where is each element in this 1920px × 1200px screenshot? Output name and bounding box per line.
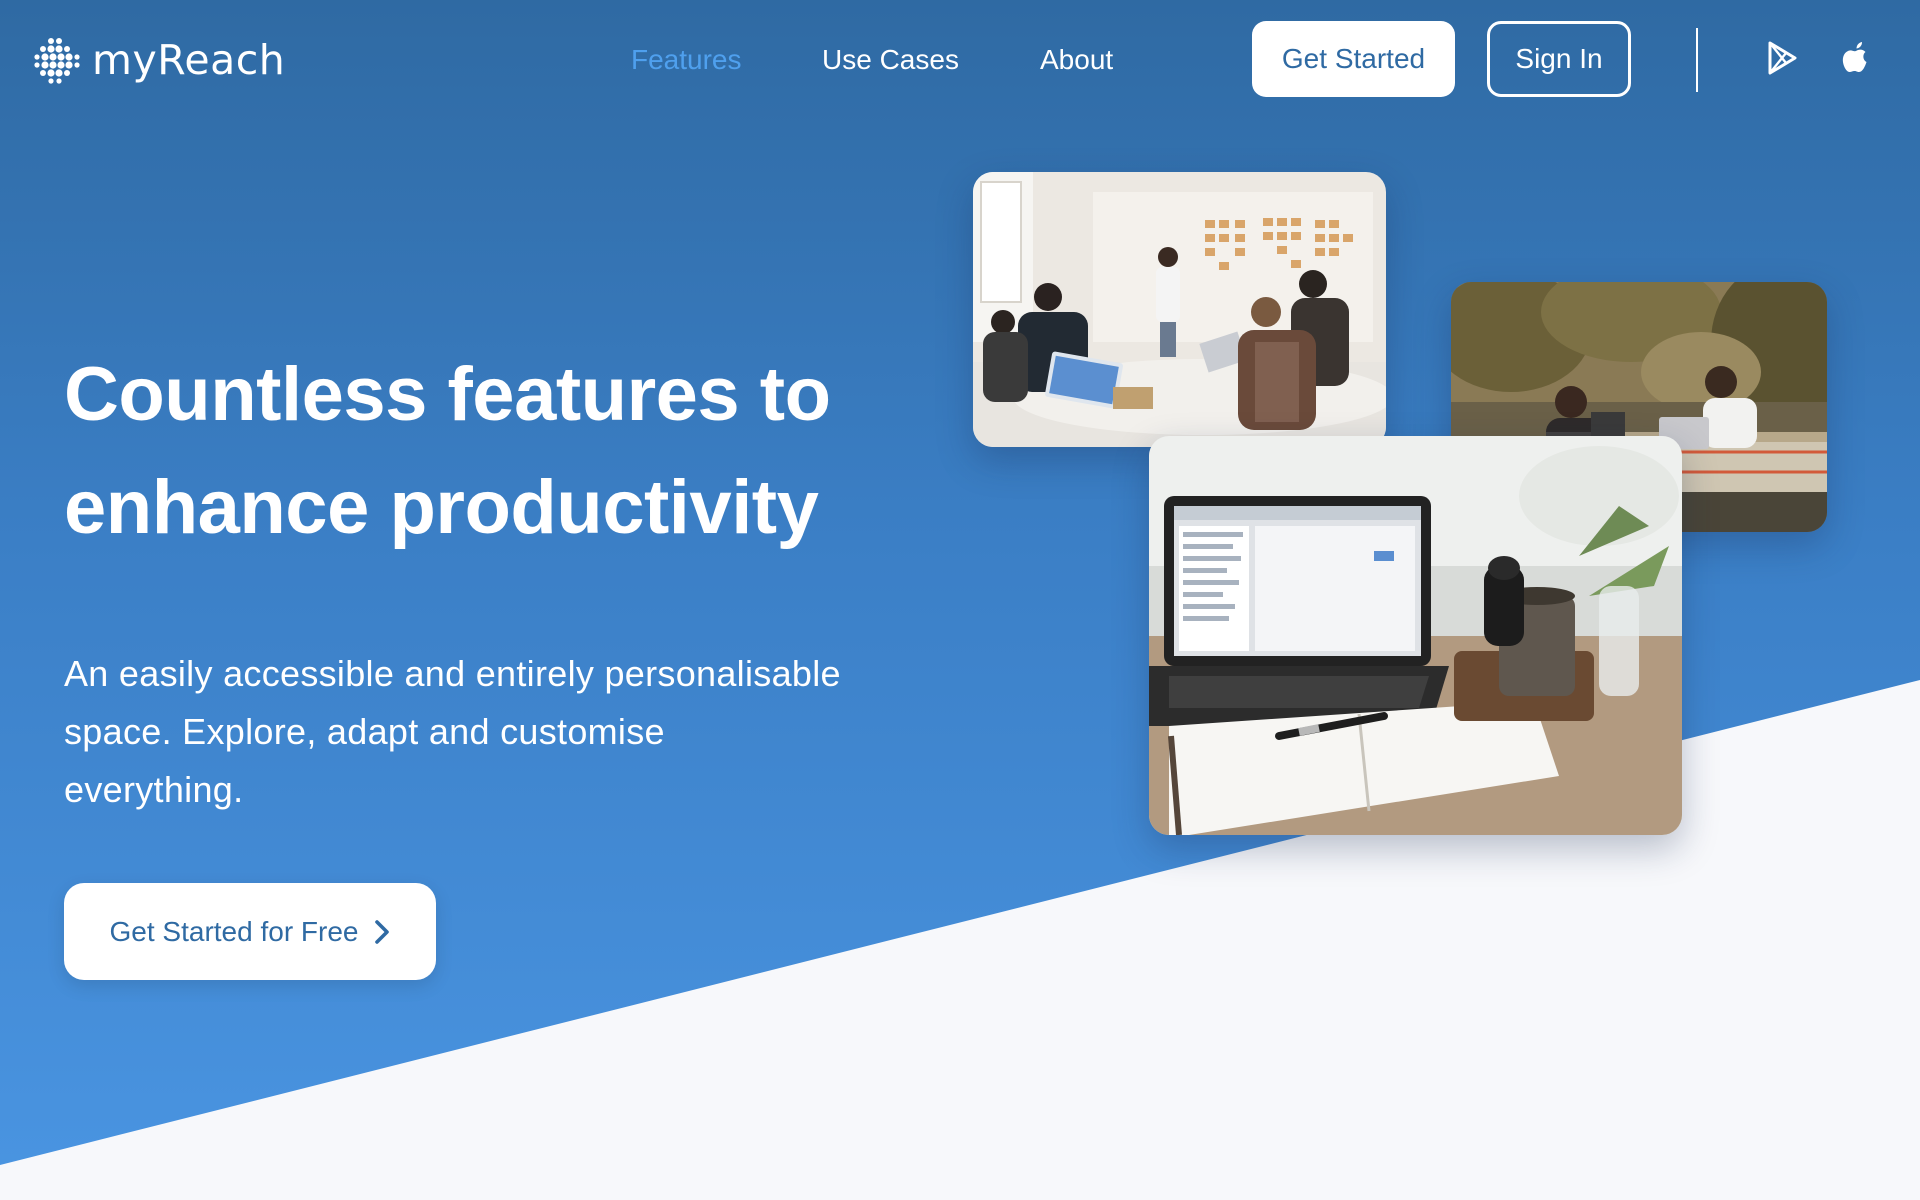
get-started-button[interactable]: Get Started — [1252, 21, 1455, 97]
landing-page: myReach Features Use Cases About Get Sta… — [0, 0, 1920, 1200]
nav-link-use-cases[interactable]: Use Cases — [822, 44, 959, 76]
cta-label: Get Started for Free — [109, 915, 359, 947]
get-started-free-button[interactable]: Get Started for Free — [64, 883, 436, 980]
logo-dots-icon — [34, 38, 80, 84]
top-nav: myReach Features Use Cases About Get Sta… — [0, 0, 1920, 120]
chevron-right-icon — [374, 919, 389, 944]
apple-icon[interactable] — [1838, 40, 1874, 76]
sign-in-button[interactable]: Sign In — [1487, 21, 1631, 97]
brand-name: myReach — [92, 36, 286, 84]
nav-link-features[interactable]: Features — [631, 44, 742, 76]
hero-subtitle: An easily accessible and entirely person… — [64, 653, 841, 810]
nav-link-about[interactable]: About — [1040, 44, 1113, 76]
google-play-icon[interactable] — [1764, 40, 1800, 76]
brand-logo[interactable]: myReach — [34, 36, 285, 84]
team-meeting-photo — [973, 172, 1386, 447]
nav-divider — [1696, 28, 1698, 92]
hero-title: Countless features to enhance productivi… — [64, 352, 831, 550]
laptop-desk-photo — [1149, 436, 1682, 835]
